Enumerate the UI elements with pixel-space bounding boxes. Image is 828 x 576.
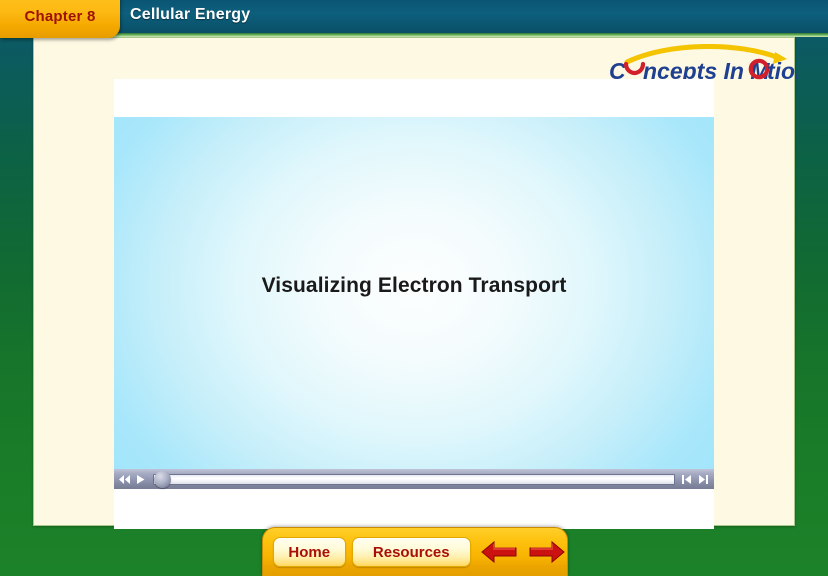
media-controls-bar[interactable] (114, 469, 714, 489)
play-icon[interactable] (133, 472, 148, 486)
animation-title: Visualizing Electron Transport (261, 274, 567, 297)
application-frame: C ncepts In M tion Visualizing Electron … (0, 0, 828, 576)
chapter-tab-label: Chapter 8 (24, 8, 96, 25)
scrub-handle[interactable] (154, 470, 171, 488)
chapter-tab[interactable]: Chapter 8 (0, 0, 120, 38)
page-title: Cellular Energy (130, 6, 251, 23)
step-back-icon[interactable] (679, 472, 694, 486)
step-forward-icon[interactable] (695, 472, 710, 486)
bottom-navigation-bar: Home Resources (262, 527, 568, 576)
media-player-panel: Visualizing Electron Transport (114, 79, 714, 529)
home-button[interactable]: Home (273, 537, 346, 567)
animation-stage[interactable]: Visualizing Electron Transport (114, 117, 714, 469)
header-band (0, 0, 828, 33)
scrub-track[interactable] (153, 470, 675, 488)
resources-button[interactable]: Resources (351, 537, 471, 567)
rewind-icon[interactable] (117, 472, 132, 486)
back-arrow-button[interactable] (479, 537, 519, 567)
forward-arrow-button[interactable] (527, 537, 567, 567)
header-divider-rule (0, 33, 828, 37)
content-page-panel: C ncepts In M tion Visualizing Electron … (33, 37, 797, 529)
svg-text:tion: tion (767, 58, 797, 84)
